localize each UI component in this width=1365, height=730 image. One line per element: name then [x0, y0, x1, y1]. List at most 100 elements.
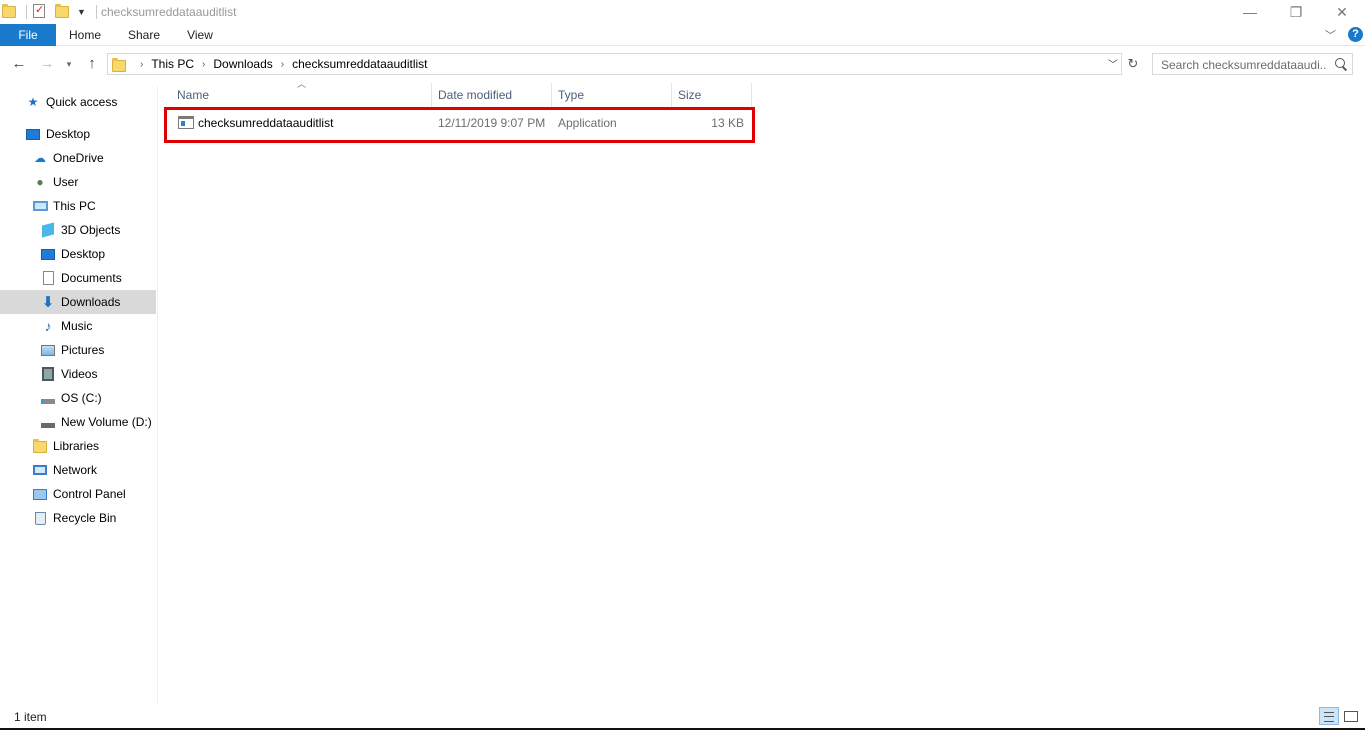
close-button[interactable]: ✕	[1319, 0, 1365, 24]
search-icon[interactable]	[1334, 57, 1348, 71]
sidebar-item-network[interactable]: Network	[0, 458, 156, 482]
customize-toolbar-icon[interactable]: ▼	[77, 7, 86, 17]
picture-icon	[40, 342, 56, 358]
control-panel-icon	[32, 486, 48, 502]
sidebar-item-label: Network	[53, 463, 98, 477]
navigation-pane: ★ Quick access Desktop ☁ OneDrive ● User…	[0, 86, 158, 704]
sidebar-item-label: Downloads	[61, 295, 121, 309]
quick-access-toolbar: ▼	[2, 3, 103, 21]
sidebar-item-label: 3D Objects	[61, 223, 121, 237]
user-icon: ●	[36, 175, 44, 189]
sidebar-item-label: Control Panel	[53, 487, 126, 501]
search-placeholder: Search checksumreddataaudi...	[1161, 58, 1326, 72]
file-list: ︿ Name Date modified Type Size checksumr…	[159, 79, 1365, 704]
sidebar-item-label: Videos	[61, 367, 98, 381]
sidebar-item-music[interactable]: ♪ Music	[0, 314, 156, 338]
breadcrumb-this-pc[interactable]: This PC	[151, 57, 194, 71]
desktop-icon	[25, 126, 41, 142]
tab-file[interactable]: File	[0, 24, 56, 46]
chevron-right-icon[interactable]: ›	[281, 59, 284, 70]
help-icon[interactable]: ?	[1348, 27, 1363, 42]
title-bar: ▼ checksumreddataauditlist — ❐ ✕	[0, 0, 1365, 24]
back-button[interactable]: ←	[9, 54, 29, 74]
sidebar-item-label: Desktop	[61, 247, 106, 261]
sidebar-item-os-c[interactable]: OS (C:)	[0, 386, 156, 410]
sidebar-item-control-panel[interactable]: Control Panel	[0, 482, 156, 506]
sidebar-item-videos[interactable]: Videos	[0, 362, 156, 386]
sidebar-item-this-pc[interactable]: This PC	[0, 194, 156, 218]
ribbon: File Home Share View ﹀ ?	[0, 24, 1365, 46]
sidebar-item-label: OneDrive	[53, 151, 104, 165]
video-icon	[40, 366, 56, 382]
column-header-size[interactable]: Size	[672, 83, 752, 108]
breadcrumb: › This PC › Downloads › checksumreddataa…	[132, 54, 428, 74]
folder-icon	[2, 4, 18, 20]
tab-home[interactable]: Home	[60, 24, 110, 46]
folder-icon	[112, 58, 126, 75]
desktop-icon	[40, 246, 56, 262]
item-count: 1 item	[14, 710, 47, 724]
sidebar-item-downloads[interactable]: ⬇ Downloads	[0, 290, 156, 314]
sidebar-item-label: Libraries	[53, 439, 100, 453]
address-bar[interactable]: › This PC › Downloads › checksumreddataa…	[107, 53, 1122, 75]
chevron-right-icon[interactable]: ›	[140, 59, 143, 70]
navigation-bar: ← → ▾ ↑ › This PC › Downloads › checksum…	[0, 50, 1365, 78]
forward-button[interactable]: →	[37, 54, 57, 74]
sidebar-item-label: This PC	[53, 199, 96, 213]
properties-icon[interactable]	[33, 3, 49, 20]
sidebar-item-label: New Volume (D:)	[61, 415, 152, 429]
large-icons-view-icon[interactable]	[1343, 708, 1359, 724]
sidebar-item-label: Recycle Bin	[53, 511, 117, 525]
window-title: checksumreddataauditlist	[101, 5, 237, 19]
library-icon	[32, 438, 48, 454]
status-bar: 1 item	[0, 704, 1365, 730]
sidebar-item-3d-objects[interactable]: 3D Objects	[0, 218, 156, 242]
sidebar-item-documents[interactable]: Documents	[0, 266, 156, 290]
cube-icon	[40, 222, 56, 238]
sidebar-item-libraries[interactable]: Libraries	[0, 434, 156, 458]
sidebar-item-quick-access[interactable]: ★ Quick access	[0, 90, 156, 114]
sidebar-item-label: Quick access	[46, 95, 118, 109]
tab-view[interactable]: View	[176, 24, 224, 46]
network-icon	[32, 462, 48, 478]
maximize-button[interactable]: ❐	[1273, 0, 1319, 24]
sidebar-item-pictures[interactable]: Pictures	[0, 338, 156, 362]
sidebar-item-desktop[interactable]: Desktop	[0, 122, 156, 146]
column-header-type[interactable]: Type	[552, 83, 672, 108]
new-folder-icon[interactable]	[55, 4, 71, 20]
sidebar-item-label: Documents	[61, 271, 122, 285]
sidebar-item-recycle-bin[interactable]: Recycle Bin	[0, 506, 156, 530]
sidebar-item-onedrive[interactable]: ☁ OneDrive	[0, 146, 156, 170]
download-icon: ⬇	[41, 294, 55, 311]
tab-share[interactable]: Share	[118, 24, 170, 46]
sidebar-item-user[interactable]: ● User	[0, 170, 156, 194]
breadcrumb-downloads[interactable]: Downloads	[213, 57, 272, 71]
minimize-button[interactable]: —	[1227, 0, 1273, 24]
document-icon	[40, 270, 56, 286]
highlight-box	[164, 107, 755, 143]
computer-icon	[32, 198, 48, 214]
chevron-right-icon[interactable]: ›	[202, 59, 205, 70]
sidebar-item-label: Desktop	[46, 127, 91, 141]
music-icon: ♪	[44, 318, 52, 334]
refresh-button[interactable]: ↻	[1124, 54, 1142, 74]
divider	[95, 5, 97, 19]
chevron-down-icon[interactable]: ﹀	[1108, 56, 1118, 71]
column-header-date-modified[interactable]: Date modified	[432, 83, 552, 108]
sidebar-item-label: Pictures	[61, 343, 105, 357]
search-input[interactable]: Search checksumreddataaudi...	[1152, 53, 1353, 75]
divider	[26, 5, 27, 19]
details-view-icon[interactable]	[1319, 707, 1339, 725]
column-header-name[interactable]: Name	[171, 83, 432, 108]
sidebar-item-new-volume-d[interactable]: New Volume (D:)	[0, 410, 156, 434]
expand-ribbon-icon[interactable]: ﹀	[1325, 27, 1336, 43]
up-button[interactable]: ↑	[82, 54, 102, 74]
sidebar-item-label: User	[53, 175, 79, 189]
sidebar-item-desktop-pc[interactable]: Desktop	[0, 242, 156, 266]
recent-locations-icon[interactable]: ▾	[62, 54, 76, 74]
breadcrumb-current-folder[interactable]: checksumreddataauditlist	[292, 57, 427, 71]
cloud-icon: ☁	[34, 151, 46, 165]
sidebar-item-label: OS (C:)	[61, 391, 102, 405]
drive-icon	[40, 414, 56, 430]
recycle-bin-icon	[32, 510, 48, 526]
